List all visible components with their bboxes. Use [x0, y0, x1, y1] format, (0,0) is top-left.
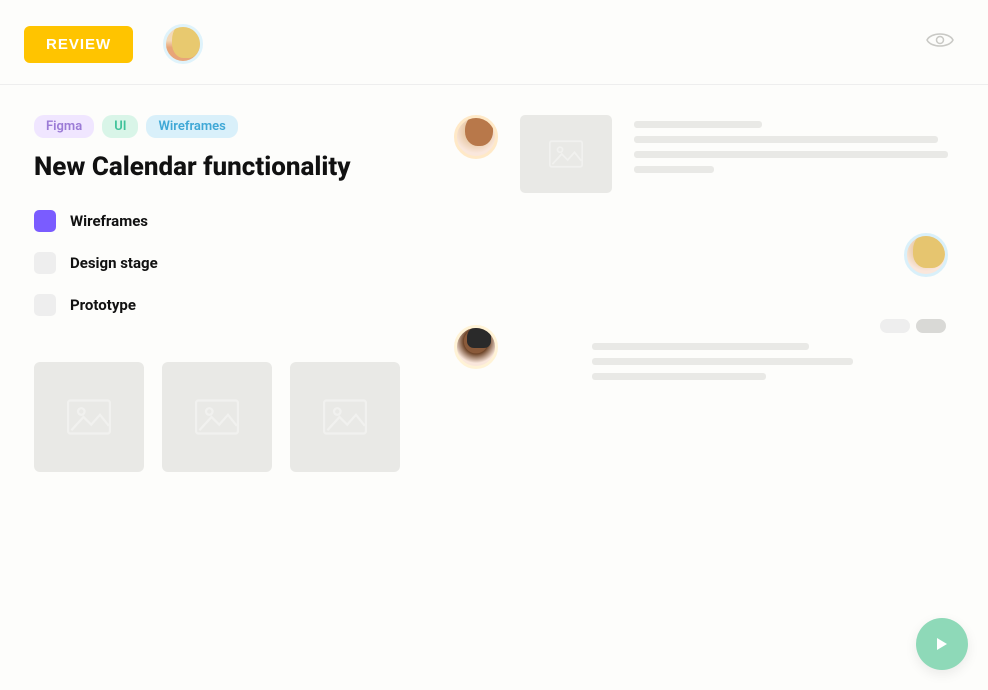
stage-checkbox-icon [34, 210, 56, 232]
stage-label: Prototype [70, 296, 136, 314]
activity-text-skeleton [592, 325, 954, 380]
visibility-icon[interactable] [926, 30, 954, 50]
stage-checkbox-icon [34, 294, 56, 316]
activity-item [454, 115, 954, 193]
activity-thumbnail[interactable] [520, 115, 612, 193]
toggle-pill[interactable] [880, 319, 910, 333]
play-fab[interactable] [916, 618, 968, 670]
left-panel: Figma UI Wireframes New Calendar functio… [34, 115, 414, 472]
activity-panel [454, 115, 954, 472]
thumbnail-row [34, 362, 414, 472]
tag-ui[interactable]: UI [102, 115, 138, 138]
thumbnail[interactable] [162, 362, 272, 472]
avatar[interactable] [454, 325, 498, 369]
stage-item-design[interactable]: Design stage [34, 252, 414, 274]
header: REVIEW [0, 0, 988, 84]
activity-item [454, 325, 954, 380]
activity-text-skeleton [634, 115, 954, 193]
toggle-pill[interactable] [916, 319, 946, 333]
avatar[interactable] [904, 233, 948, 277]
review-button[interactable]: REVIEW [24, 26, 133, 63]
thumbnail[interactable] [290, 362, 400, 472]
tag-row: Figma UI Wireframes [34, 115, 414, 138]
stage-item-prototype[interactable]: Prototype [34, 294, 414, 316]
avatar[interactable] [454, 115, 498, 159]
stage-checkbox-icon [34, 252, 56, 274]
stage-label: Wireframes [70, 212, 148, 230]
avatar[interactable] [163, 24, 203, 64]
page-title: New Calendar functionality [34, 152, 414, 182]
tag-wireframes[interactable]: Wireframes [146, 115, 237, 138]
thumbnail[interactable] [34, 362, 144, 472]
stage-label: Design stage [70, 254, 158, 272]
tag-figma[interactable]: Figma [34, 115, 94, 138]
stage-item-wireframes[interactable]: Wireframes [34, 210, 414, 232]
stage-list: Wireframes Design stage Prototype [34, 210, 414, 316]
activity-item [454, 233, 954, 277]
toggle-group[interactable] [880, 319, 946, 333]
